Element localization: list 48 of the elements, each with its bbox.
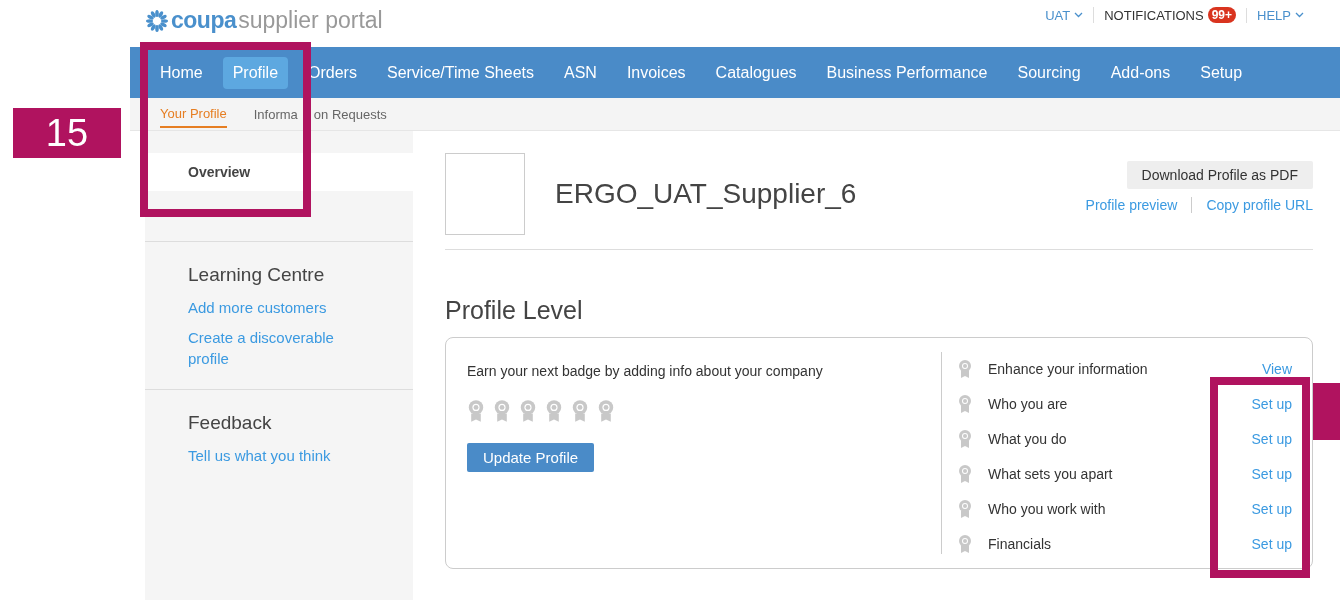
step-label: Enhance your information	[988, 361, 1149, 377]
step-number-label: 15	[13, 108, 121, 158]
sidebar-item[interactable]: Overview	[145, 153, 413, 191]
step-label: Who you work with	[988, 501, 1107, 517]
caret-icon	[1295, 12, 1304, 18]
caret-icon	[1074, 12, 1084, 18]
download-pdf-button[interactable]: Download Profile as PDF	[1126, 161, 1313, 189]
sidebar-link[interactable]: Tell us what you think	[188, 445, 358, 466]
nav-tab[interactable]: Catalogues	[705, 56, 807, 89]
annotation-marker	[1313, 383, 1340, 440]
menu-link[interactable]: HELP	[1257, 7, 1291, 23]
nav-tab[interactable]: Setup	[1190, 56, 1253, 89]
supplier-name: ERGO_UAT_Supplier_6	[555, 178, 858, 210]
nav-tab[interactable]: ASN	[553, 56, 607, 89]
step-label: Who you are	[988, 396, 1069, 412]
update-profile-button[interactable]: Update Profile	[467, 443, 595, 472]
section-title: Feedback	[188, 412, 273, 434]
profile-link[interactable]: Profile preview	[1071, 197, 1192, 213]
notification-count: 99+	[1207, 7, 1237, 23]
section-title: Learning Centre	[188, 264, 326, 286]
nav-tab[interactable]: Add-ons	[1100, 56, 1181, 89]
subnav-tab[interactable]: Informa on Requests	[253, 101, 387, 127]
logo-product: supplier portal	[238, 7, 383, 34]
step-label: What sets you apart	[988, 466, 1114, 482]
nav-tab[interactable]: Service/Time Sheets	[376, 56, 544, 89]
nav-tab[interactable]: Home	[150, 56, 213, 89]
step-link[interactable]: Set up	[1251, 466, 1292, 482]
step-link[interactable]: Set up	[1251, 501, 1292, 517]
notifications-link[interactable]: NOTIFICATIONS	[1104, 7, 1204, 23]
step-link[interactable]: View	[1261, 361, 1292, 377]
subnav-tab[interactable]: Your Profile	[160, 100, 227, 128]
logo-icon	[145, 8, 169, 33]
sidebar-link[interactable]: Create a discoverable profile	[188, 327, 358, 369]
nav-tab[interactable]: Invoices	[616, 56, 696, 89]
step-link[interactable]: Set up	[1251, 431, 1292, 447]
nav-tab[interactable]: Sourcing	[1007, 56, 1091, 89]
logo-brand: coupa	[171, 7, 237, 34]
section-heading: Profile Level	[445, 296, 584, 325]
nav-tab[interactable]: Profile	[222, 56, 289, 89]
step-label: What you do	[988, 431, 1068, 447]
step-link[interactable]: Set up	[1251, 396, 1292, 412]
profile-link[interactable]: Copy profile URL	[1191, 197, 1313, 213]
nav-tab[interactable]: Business Performance	[816, 56, 998, 89]
badge-prompt: Earn your next badge by adding info about your company	[467, 363, 824, 379]
sidebar-link[interactable]: Add more customers	[188, 297, 358, 318]
menu-link[interactable]: UAT	[1045, 7, 1071, 23]
step-label: Financials	[988, 536, 1053, 552]
step-link[interactable]: Set up	[1251, 536, 1292, 552]
